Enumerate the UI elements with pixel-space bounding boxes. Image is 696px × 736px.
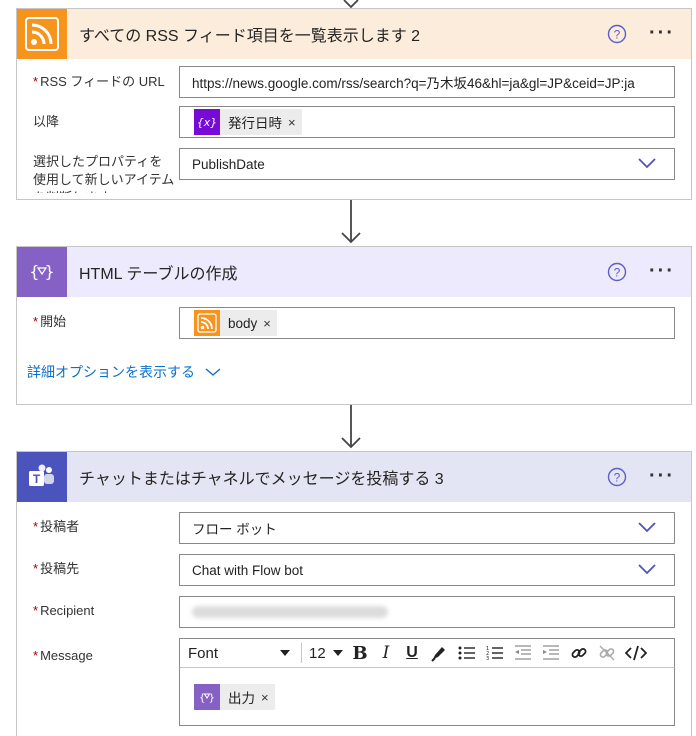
poster-dropdown[interactable]: フロー ボット <box>179 512 675 544</box>
svg-text:?: ? <box>614 471 621 485</box>
flow-connector-arrow <box>341 200 361 244</box>
recipient-redacted <box>192 606 388 618</box>
data-operation-icon: { } <box>194 684 220 710</box>
remove-token-icon[interactable]: × <box>263 316 271 331</box>
teams-card-title: チャットまたはチャネルでメッセージを投稿する 3 <box>79 471 444 488</box>
remove-token-icon[interactable]: × <box>261 690 269 705</box>
flow-connector-top <box>343 0 359 8</box>
rss-icon <box>17 9 67 59</box>
remove-token-icon[interactable]: × <box>288 115 296 130</box>
highlight-pen-icon[interactable] <box>425 639 453 667</box>
caret-down-icon <box>280 650 290 656</box>
since-input[interactable]: {x} 発行日時 × <box>179 106 675 138</box>
teams-icon: T <box>17 452 67 502</box>
post-to-dropdown[interactable]: Chat with Flow bot <box>179 554 675 586</box>
message-token[interactable]: { } 出力 × <box>194 684 275 710</box>
post-to-label: * 投稿先 <box>33 561 80 576</box>
more-options-icon[interactable]: ··· <box>649 466 675 486</box>
indent-decrease-icon[interactable] <box>509 639 537 667</box>
rss-icon <box>194 310 220 336</box>
poster-label: * 投稿者 <box>33 519 80 534</box>
svg-text:?: ? <box>614 28 621 42</box>
flow-connector-arrow <box>341 405 361 449</box>
property-dropdown[interactable]: PublishDate <box>179 148 675 180</box>
teams-card-header[interactable]: T チャットまたはチャネルでメッセージを投稿する 3 ? ··· <box>17 452 691 502</box>
start-token[interactable]: body × <box>194 310 277 336</box>
help-icon[interactable]: ? <box>607 262 627 282</box>
indent-increase-icon[interactable] <box>537 639 565 667</box>
recipient-input[interactable] <box>179 596 675 628</box>
rss-card-header[interactable]: すべての RSS フィード項目を一覧表示します 2 ? ··· <box>17 9 691 59</box>
more-options-icon[interactable]: ··· <box>649 261 675 281</box>
svg-text:{x}: {x} <box>197 116 217 129</box>
message-label: * Message <box>33 648 93 663</box>
chevron-down-icon <box>205 368 221 376</box>
underline-icon[interactable]: U <box>399 639 425 667</box>
teams-post-message-card: T チャットまたはチャネルでメッセージを投稿する 3 ? ··· * 投稿者 フロ… <box>16 451 692 736</box>
svg-text:?: ? <box>614 266 621 280</box>
svg-text:{ }: { } <box>29 262 54 281</box>
chevron-down-icon <box>638 522 656 533</box>
more-options-icon[interactable]: ··· <box>649 23 675 43</box>
html-card-title: HTML テーブルの作成 <box>79 266 238 283</box>
html-table-action-card: { } HTML テーブルの作成 ? ··· * 開始 body × 詳細オプシ… <box>16 246 692 405</box>
toolbar-divider <box>301 643 302 663</box>
data-operation-icon: { } <box>17 247 67 297</box>
chevron-down-icon <box>638 158 656 169</box>
html-card-header[interactable]: { } HTML テーブルの作成 ? ··· <box>17 247 691 297</box>
message-toolbar: Font 12 B I U 123 <box>179 638 675 668</box>
property-label: 選択したプロパティを使用して新しいアイテムを判断します <box>33 154 175 193</box>
bold-icon[interactable]: B <box>347 639 373 667</box>
code-view-icon[interactable] <box>621 639 651 667</box>
help-icon[interactable]: ? <box>607 24 627 44</box>
italic-icon[interactable]: I <box>373 639 399 667</box>
numbered-list-icon[interactable]: 123 <box>481 639 509 667</box>
font-dropdown[interactable]: Font <box>180 639 298 667</box>
rss-action-card: すべての RSS フィード項目を一覧表示します 2 ? ··· * RSS フィー… <box>16 8 692 200</box>
rss-card-title: すべての RSS フィード項目を一覧表示します 2 <box>79 28 421 45</box>
svg-text:3: 3 <box>486 656 489 661</box>
recipient-label: * Recipient <box>33 603 95 618</box>
since-token[interactable]: {x} 発行日時 × <box>194 109 302 135</box>
unlink-icon[interactable] <box>593 639 621 667</box>
start-label: * 開始 <box>33 314 67 329</box>
caret-down-icon <box>333 650 343 656</box>
variable-icon: {x} <box>194 109 220 135</box>
chevron-down-icon <box>638 564 656 575</box>
start-input[interactable]: body × <box>179 307 675 339</box>
message-editor[interactable]: { } 出力 × <box>179 668 675 726</box>
since-label: 以降 <box>33 114 60 129</box>
rss-url-label: * RSS フィードの URL <box>33 74 165 89</box>
show-advanced-options-link[interactable]: 詳細オプションを表示する <box>27 362 221 382</box>
svg-text:T: T <box>33 472 41 486</box>
bullet-list-icon[interactable] <box>453 639 481 667</box>
font-size-dropdown[interactable]: 12 <box>305 639 347 667</box>
help-icon[interactable]: ? <box>607 467 627 487</box>
rss-url-input[interactable]: https://news.google.com/rss/search?q=乃木坂… <box>179 66 675 98</box>
link-icon[interactable] <box>565 639 593 667</box>
